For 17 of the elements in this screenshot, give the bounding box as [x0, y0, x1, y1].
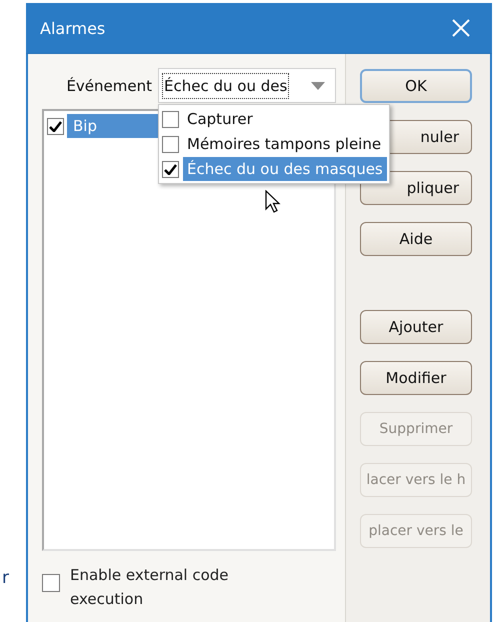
- dialog-button[interactable]: Ajouter: [360, 310, 472, 344]
- checkbox[interactable]: [162, 160, 179, 178]
- dialog-button[interactable]: OK: [360, 69, 472, 103]
- checkbox[interactable]: [162, 136, 179, 152]
- checkbox[interactable]: [47, 118, 64, 134]
- event-dropdown[interactable]: Échec du ou des: [158, 68, 336, 103]
- cursor-icon: [265, 190, 281, 214]
- dialog-button[interactable]: Modifier: [360, 361, 472, 395]
- checkbox-label: Enable external code execution: [70, 565, 230, 610]
- close-icon[interactable]: [452, 19, 470, 37]
- event-label: Événement: [66, 76, 152, 94]
- dialog-button[interactable]: Aide: [360, 222, 472, 256]
- side-text: r: [2, 568, 9, 588]
- caret-icon[interactable]: [311, 82, 325, 90]
- window-title: Alarmes: [40, 18, 106, 38]
- checkbox[interactable]: [162, 110, 179, 128]
- checkbox[interactable]: [42, 574, 60, 592]
